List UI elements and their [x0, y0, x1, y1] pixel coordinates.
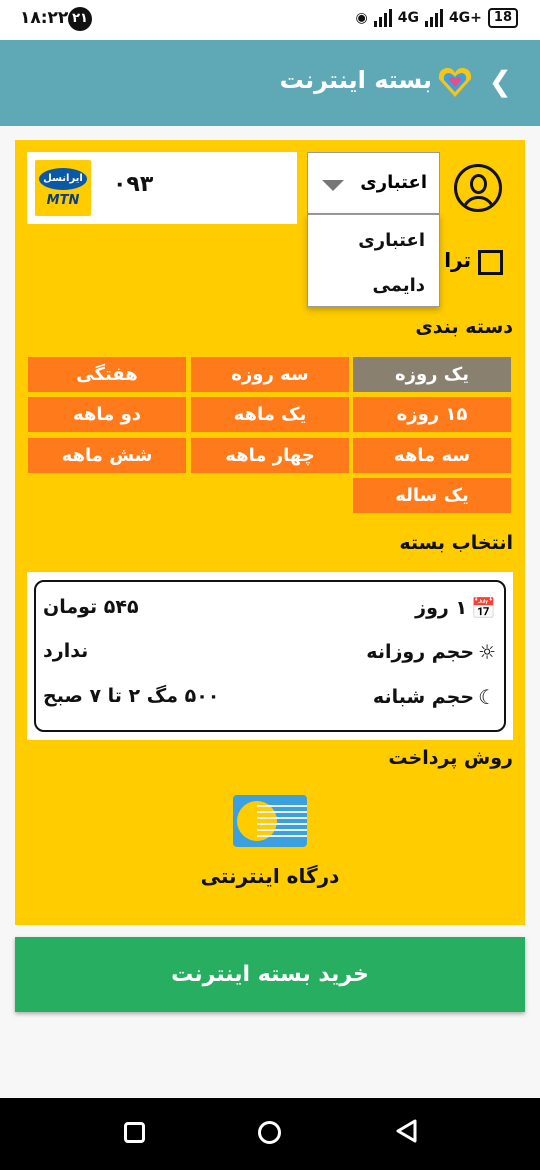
package-night-label: حجم شبانه [372, 686, 475, 708]
hotspot-icon: ◉ [355, 10, 368, 26]
dropdown-option-postpaid[interactable]: دایمی [373, 275, 425, 296]
payment-gateway-icon[interactable] [233, 795, 307, 847]
battery-level: 18 [493, 10, 512, 25]
payment-title: روش پرداخت [388, 747, 513, 769]
category-three-day[interactable]: سه روزه [191, 357, 349, 392]
category-one-day[interactable]: یک روزه [353, 357, 511, 392]
category-fifteen-day[interactable]: ۱۵ روزه [353, 397, 511, 432]
caret-down-icon [322, 180, 344, 191]
sun-icon: ☼ [478, 640, 496, 664]
phone-number-box[interactable]: ایرانسل MTN ۰۹۳ [27, 152, 297, 224]
category-four-month[interactable]: چهار ماهه [191, 438, 349, 473]
recents-icon[interactable] [124, 1122, 145, 1143]
categories-title: دسته بندی [415, 316, 513, 338]
category-six-month[interactable]: شش ماهه [28, 438, 186, 473]
buy-button[interactable]: خرید بسته اینترنت [15, 937, 525, 1012]
package-price: ۵۴۵ تومان [43, 596, 139, 618]
app-logo-icon [438, 67, 472, 97]
checkbox-label: ترا [444, 248, 471, 272]
battery-icon: 18 [487, 8, 518, 28]
package-daily-row: ☼ حجم روزانه [366, 640, 496, 664]
status-time: ۱۸:۲۲ [20, 8, 69, 28]
status-icons: ◉ 4G 4G+ 18 [355, 8, 518, 28]
page-title: بسته اینترنت [279, 66, 432, 94]
operator-brand: MTN [46, 193, 80, 208]
signal-1-icon [373, 9, 392, 27]
phone-number: ۰۹۳ [113, 172, 154, 197]
operator-logo: ایرانسل MTN [35, 160, 91, 216]
category-one-month[interactable]: یک ماهه [191, 397, 349, 432]
package-daily-value: ندارد [43, 640, 89, 662]
user-avatar-icon[interactable] [454, 164, 502, 212]
sim-type-selected: اعتباری [360, 172, 427, 193]
category-two-month[interactable]: دو ماهه [28, 397, 186, 432]
notification-badge: ۲۱ [68, 7, 92, 31]
package-daily-label: حجم روزانه [366, 641, 475, 663]
app-bar: ❮ بسته اینترنت [0, 40, 540, 126]
operator-name: ایرانسل [39, 168, 87, 190]
package-duration: ۱ روز [415, 597, 468, 619]
package-night-value: ۵۰۰ مگ ۲ تا ۷ صبح [43, 685, 220, 707]
status-bar: ۱۸:۲۲ ۲۱ ◉ 4G 4G+ 18 [0, 0, 540, 40]
home-icon[interactable] [258, 1121, 281, 1144]
category-one-year[interactable]: یک ساله [353, 478, 511, 513]
network-type-2: 4G+ [448, 10, 482, 26]
package-night-row: ☾ حجم شبانه [373, 685, 496, 709]
moon-icon: ☾ [478, 685, 496, 709]
checkbox[interactable] [478, 250, 503, 275]
category-weekly[interactable]: هفتگی [28, 357, 186, 392]
sim-type-select[interactable]: اعتباری [307, 152, 440, 214]
package-card-wrapper: 📅 ۱ روز ۵۴۵ تومان ☼ حجم روزانه ندارد ☾ ح… [27, 572, 513, 740]
system-nav-bar [0, 1098, 540, 1170]
back-icon[interactable] [394, 1118, 418, 1144]
main-panel: ایرانسل MTN ۰۹۳ اعتباری ترا اعتباری دایم… [15, 140, 525, 925]
category-three-month[interactable]: سه ماهه [353, 438, 511, 473]
chevron-left-icon[interactable]: ❮ [489, 65, 512, 98]
signal-2-icon [424, 9, 443, 27]
package-card[interactable]: 📅 ۱ روز ۵۴۵ تومان ☼ حجم روزانه ندارد ☾ ح… [34, 580, 506, 732]
dropdown-option-prepaid[interactable]: اعتباری [358, 230, 425, 251]
package-title: انتخاب بسته [399, 532, 513, 554]
calendar-clock-icon: 📅 [471, 596, 496, 620]
payment-gateway-label[interactable]: درگاه اینترنتی [15, 864, 525, 888]
network-type-1: 4G [397, 10, 419, 26]
sim-type-dropdown: اعتباری دایمی [307, 214, 440, 307]
package-duration-row: 📅 ۱ روز [415, 596, 496, 620]
